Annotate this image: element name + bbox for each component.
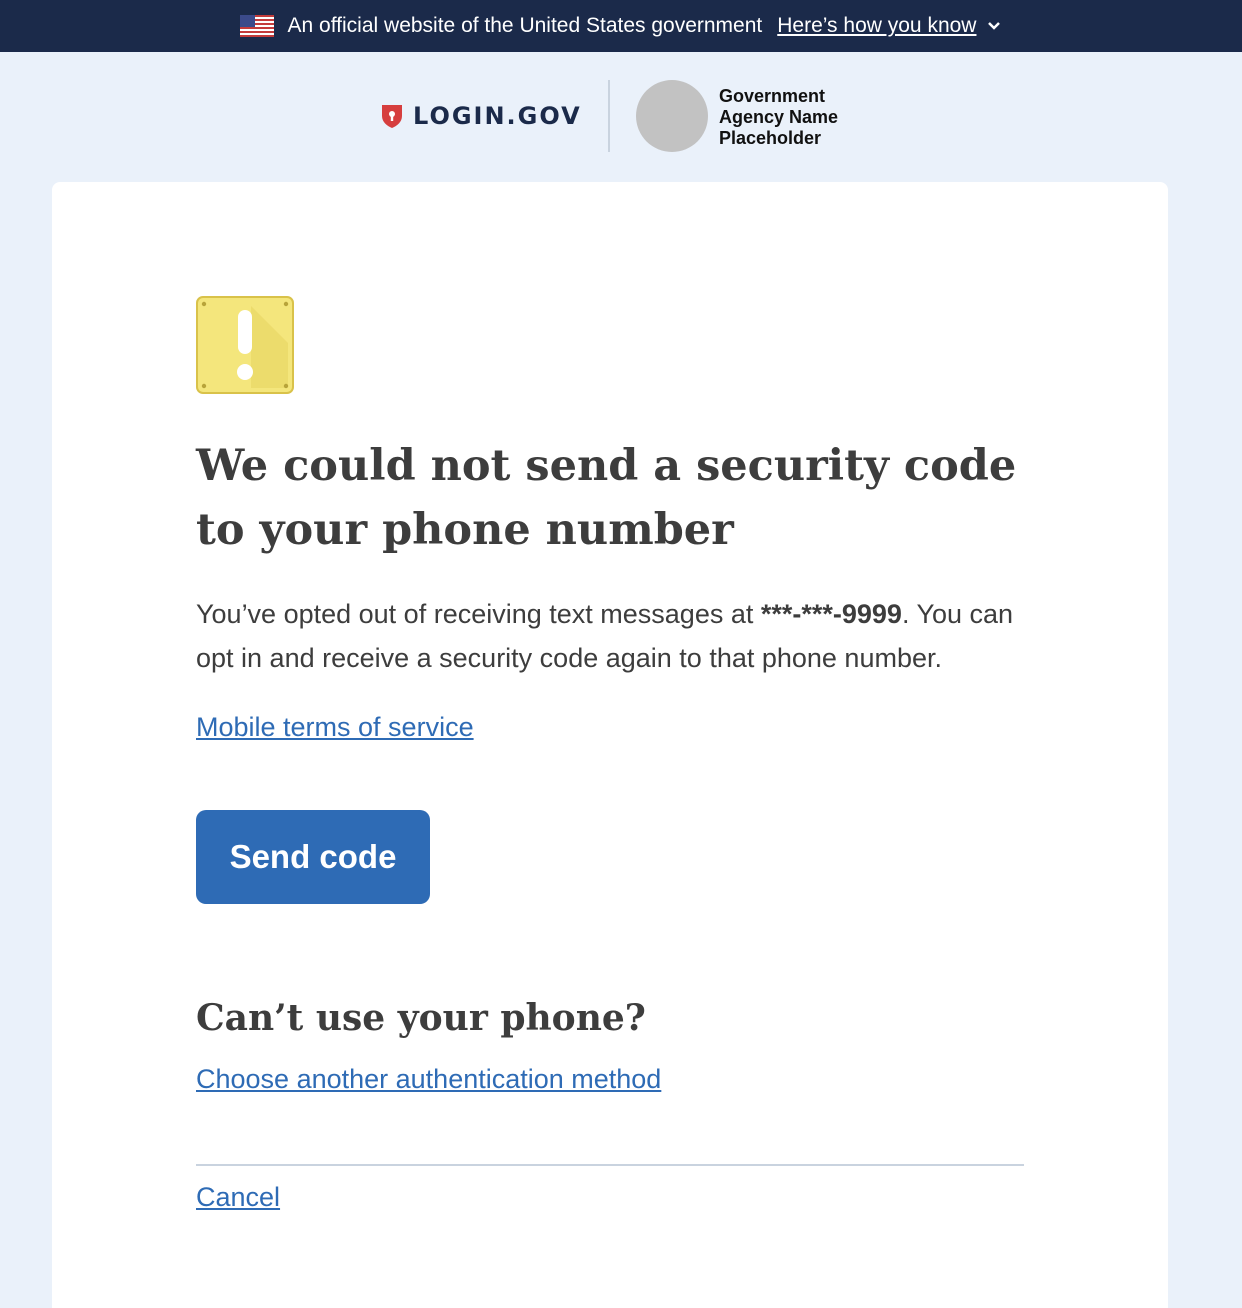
gov-banner-text: An official website of the United States…	[287, 14, 763, 37]
chevron-down-icon[interactable]	[986, 18, 1002, 34]
send-code-button[interactable]: Send code	[196, 810, 430, 904]
login-gov-logo[interactable]: LOGIN.GOV	[381, 102, 582, 130]
us-flag-icon	[239, 15, 274, 37]
content-card: We could not send a security code to you…	[52, 182, 1168, 1308]
intro-text: You’ve opted out of receiving text messa…	[196, 592, 1036, 680]
agency-logo	[636, 80, 708, 152]
cancel-link[interactable]: Cancel	[196, 1182, 280, 1213]
gov-banner: An official website of the United States…	[0, 0, 1242, 52]
logo-text: LOGIN.GOV	[413, 102, 582, 130]
cant-use-phone-heading: Can’t use your phone?	[196, 997, 646, 1039]
header-divider	[608, 80, 610, 152]
choose-another-method-link[interactable]: Choose another authentication method	[196, 1064, 661, 1095]
divider	[196, 1164, 1024, 1166]
mobile-terms-link[interactable]: Mobile terms of service	[196, 712, 474, 743]
how-you-know-link[interactable]: Here’s how you know	[777, 14, 976, 38]
page-title: We could not send a security code to you…	[196, 441, 1017, 555]
intro-text-before: You’ve opted out of receiving text messa…	[196, 599, 761, 629]
masked-phone-number: ***-***-9999	[760, 599, 902, 629]
site-header: LOGIN.GOV Government Agency Name Placeho…	[0, 52, 1242, 182]
warning-icon	[196, 296, 294, 394]
agency-name: Government Agency Name Placeholder	[719, 86, 839, 148]
shield-icon	[382, 105, 402, 128]
